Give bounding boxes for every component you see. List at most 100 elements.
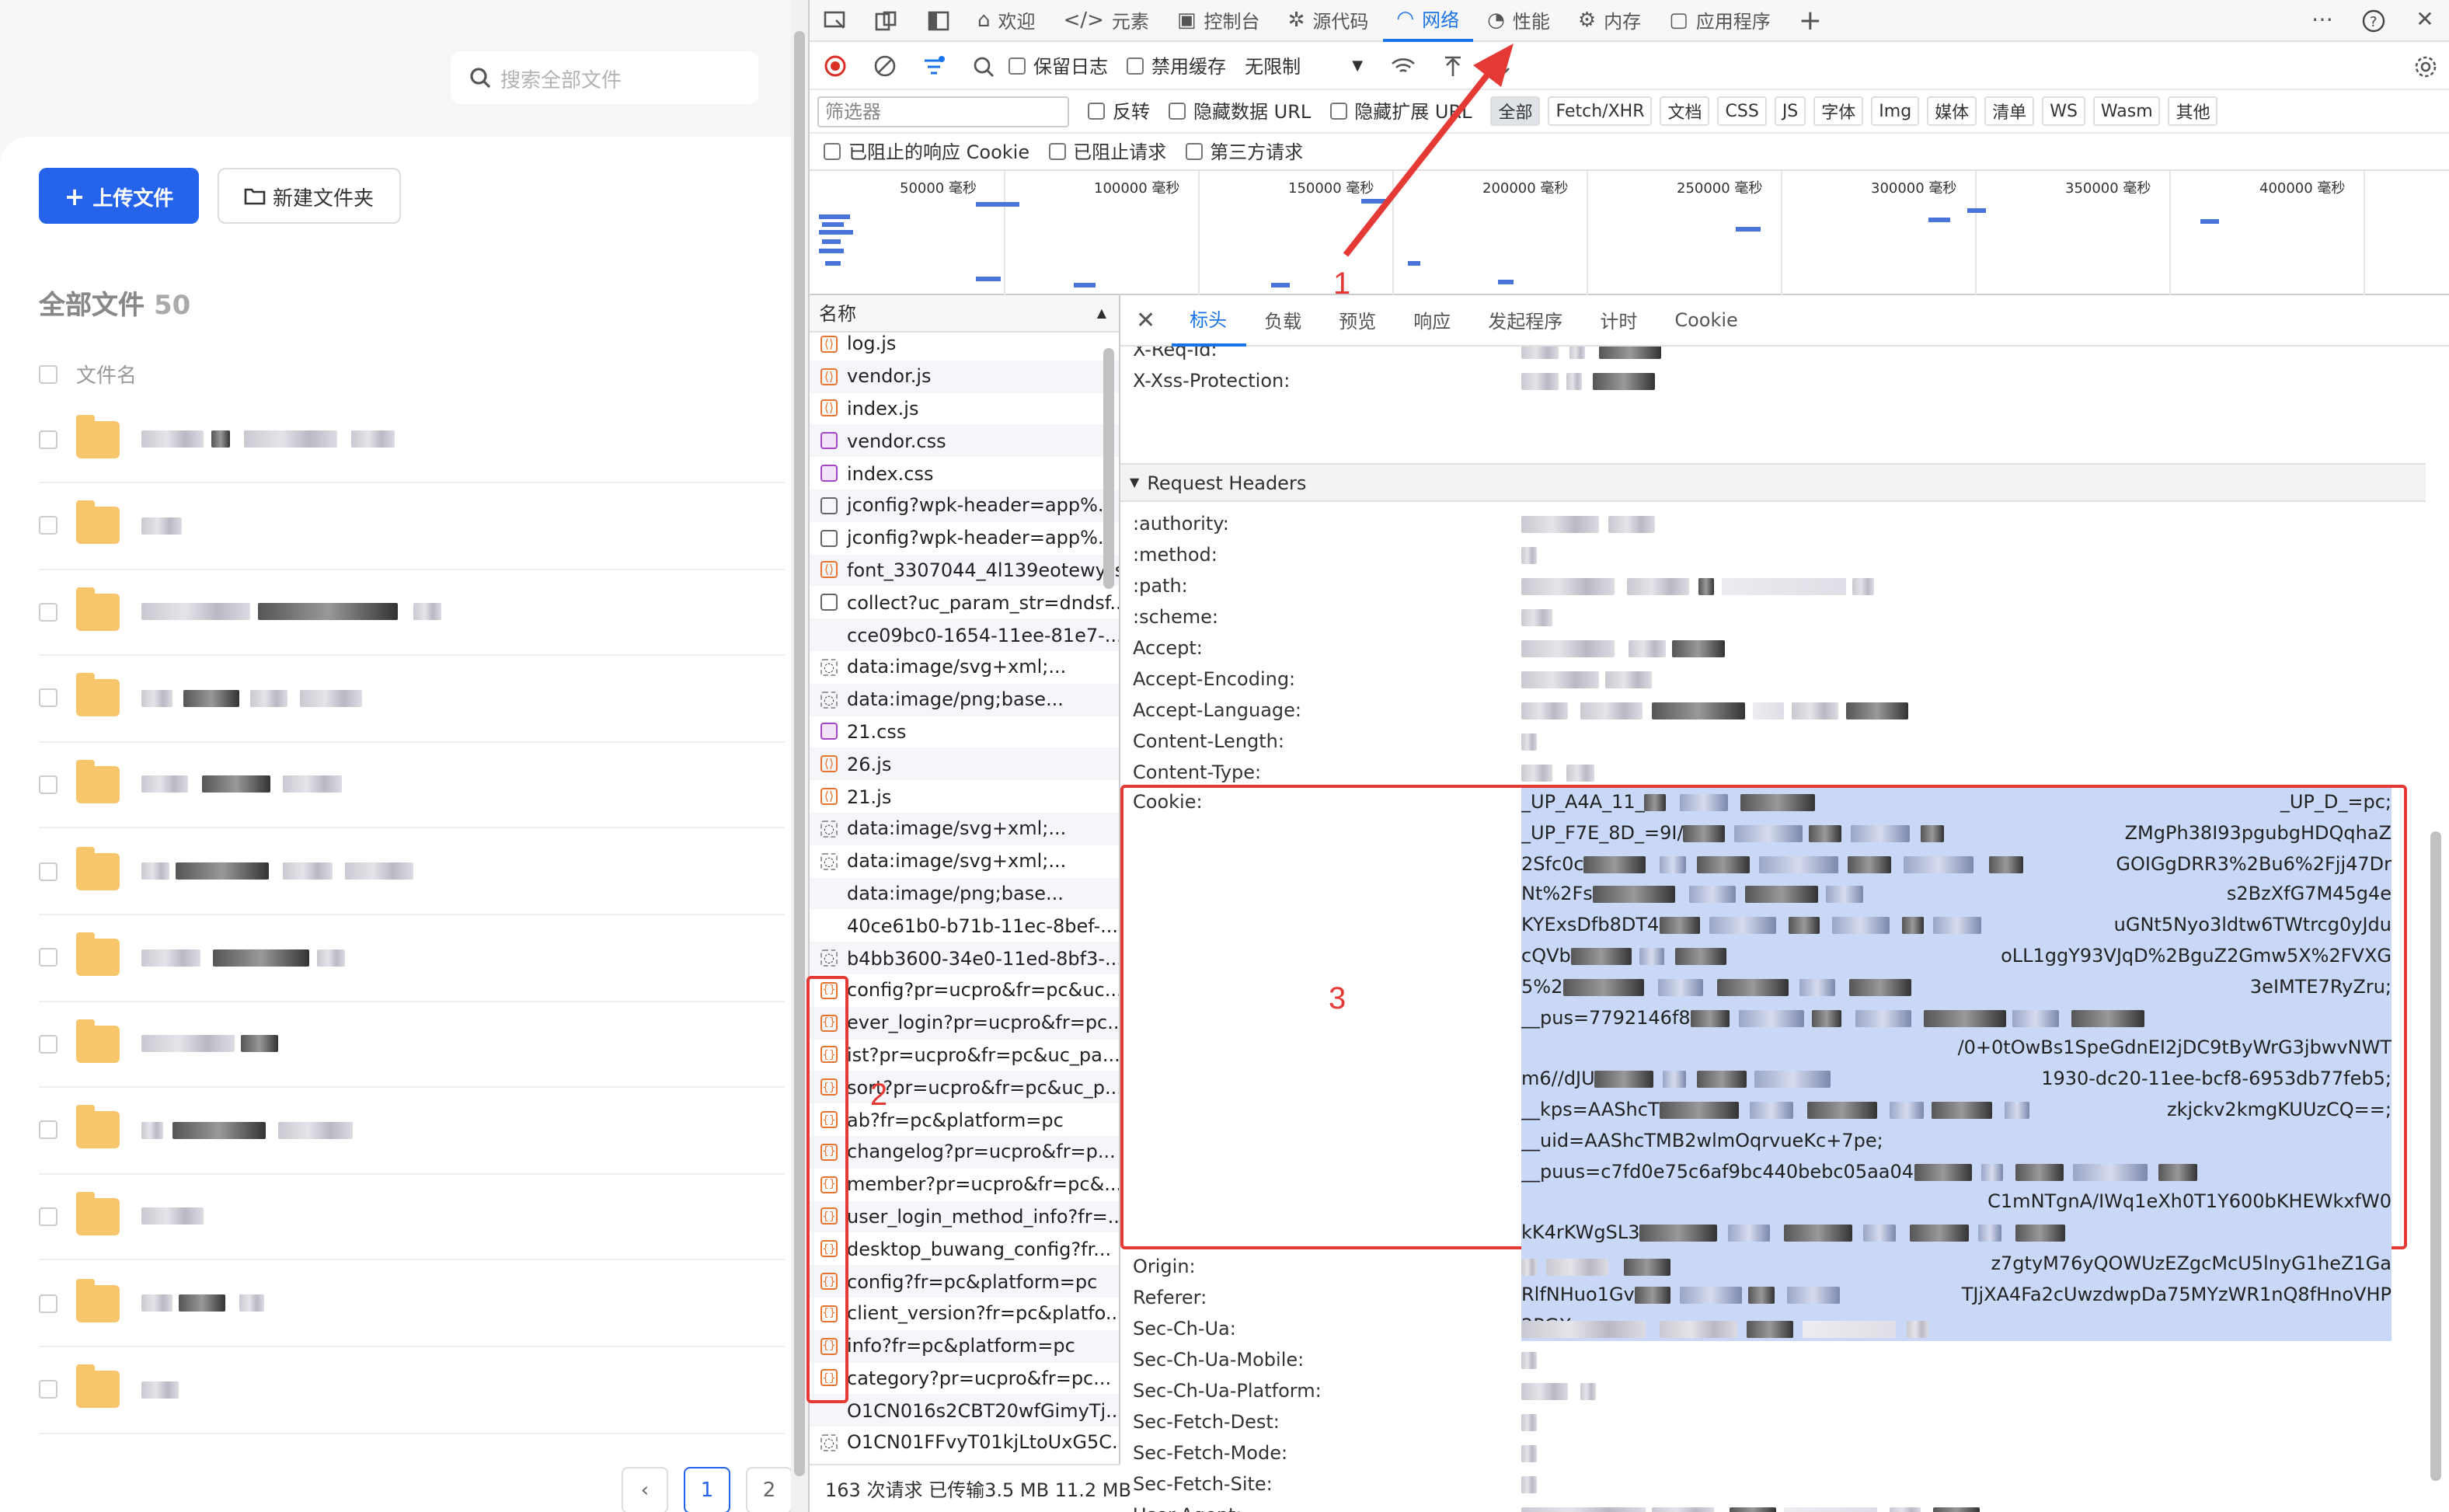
more-icon[interactable]: ⋯	[2297, 0, 2348, 41]
file-row[interactable]	[39, 828, 785, 915]
file-row[interactable]	[39, 1001, 785, 1088]
settings-gear-icon[interactable]	[2401, 44, 2449, 88]
request-row[interactable]: {} config?fr=pc&platform=pc	[810, 1265, 1119, 1298]
detail-tab[interactable]: 响应	[1395, 294, 1469, 346]
request-row[interactable]: {} desktop_buwang_config?fr...	[810, 1233, 1119, 1266]
close-icon[interactable]: ✕	[2399, 0, 2449, 41]
request-row[interactable]: vendor.css	[810, 425, 1119, 458]
request-row[interactable]: collect?uc_param_str=dndsf...	[810, 587, 1119, 619]
row-checkbox[interactable]	[39, 1207, 57, 1226]
search-icon[interactable]	[959, 44, 1009, 88]
row-checkbox[interactable]	[39, 1034, 57, 1053]
detail-tab[interactable]: 标头	[1171, 294, 1245, 346]
upload-button[interactable]: + 上传文件	[39, 168, 199, 224]
select-all-checkbox[interactable]	[39, 364, 57, 383]
request-row[interactable]: jconfig?wpk-header=app%...	[810, 522, 1119, 555]
row-checkbox[interactable]	[39, 689, 57, 708]
help-icon[interactable]: ?	[2348, 0, 2399, 41]
detail-tab[interactable]: 计时	[1581, 294, 1656, 346]
scroll-thumb[interactable]	[794, 31, 805, 1476]
hide-data-url-checkbox[interactable]: 隐藏数据 URL	[1169, 98, 1311, 124]
request-row[interactable]: {} client_version?fr=pc&platfo...	[810, 1298, 1119, 1330]
request-row[interactable]: 21.css	[810, 716, 1119, 748]
request-row[interactable]: {} category?pr=ucpro&fr=pc...	[810, 1362, 1119, 1395]
request-row[interactable]: ⟨⟩ index.js	[810, 392, 1119, 425]
detail-tab[interactable]: 负载	[1245, 294, 1320, 346]
request-row[interactable]: ◌ data:image/png;base...	[810, 684, 1119, 716]
record-icon[interactable]	[810, 44, 859, 88]
search-input[interactable]: 搜索全部文件	[451, 51, 758, 104]
file-row[interactable]	[39, 569, 785, 656]
request-row[interactable]: ⟨⟩ 26.js	[810, 748, 1119, 781]
clear-icon[interactable]	[859, 44, 909, 88]
type-filter-chip[interactable]: Fetch/XHR	[1548, 96, 1653, 126]
type-filter-chip[interactable]: JS	[1775, 96, 1806, 126]
scroll-thumb[interactable]	[2430, 831, 2441, 1481]
request-list-scrollbar[interactable]	[1103, 333, 1116, 1467]
file-row[interactable]	[39, 1088, 785, 1175]
close-detail-icon[interactable]: ✕	[1120, 294, 1171, 346]
page-button[interactable]: 1	[684, 1467, 730, 1512]
blocked-requests-checkbox[interactable]: 已阻止请求	[1048, 138, 1166, 165]
request-row[interactable]: ◌ O1CN01FFvyT01kjLtoUxG5C...	[810, 1427, 1119, 1459]
request-row[interactable]: cce09bc0-1654-11ee-81e7-...	[810, 618, 1119, 651]
type-filter-chip[interactable]: 清单	[1984, 96, 2034, 126]
row-checkbox[interactable]	[39, 1121, 57, 1140]
file-row[interactable]	[39, 1347, 785, 1434]
blocked-cookie-checkbox[interactable]: 已阻止的响应 Cookie	[824, 138, 1029, 165]
preserve-log-checkbox[interactable]: 保留日志	[1009, 53, 1108, 79]
type-filter-chip[interactable]: 文档	[1660, 96, 1710, 126]
row-checkbox[interactable]	[39, 1294, 57, 1312]
detail-scrollbar[interactable]	[2429, 357, 2444, 1507]
type-filter-chip[interactable]: 媒体	[1927, 96, 1977, 126]
type-filter-chip[interactable]: CSS	[1718, 96, 1767, 126]
request-row[interactable]: {} info?fr=pc&platform=pc	[810, 1329, 1119, 1362]
disable-cache-checkbox[interactable]: 禁用缓存	[1127, 53, 1226, 79]
inspect-icon[interactable]	[810, 0, 861, 41]
file-row[interactable]	[39, 1260, 785, 1347]
invert-checkbox[interactable]: 反转	[1088, 98, 1150, 124]
request-row[interactable]: {} changelog?pr=ucpro&fr=p...	[810, 1136, 1119, 1169]
type-filter-chip[interactable]: 字体	[1813, 96, 1863, 126]
request-row[interactable]: ◌ data:image/svg+xml;...	[810, 845, 1119, 878]
row-checkbox[interactable]	[39, 1380, 57, 1399]
add-tab-icon[interactable]: +	[1785, 0, 1836, 41]
type-filter-chip[interactable]: Img	[1871, 96, 1919, 126]
scroll-thumb[interactable]	[1103, 348, 1114, 589]
file-row[interactable]	[39, 656, 785, 743]
filter-icon[interactable]	[909, 44, 959, 88]
detail-tab[interactable]: Cookie	[1656, 294, 1756, 346]
request-row[interactable]: ⟨⟩ log.js	[810, 328, 1119, 361]
row-checkbox[interactable]	[39, 430, 57, 448]
request-row[interactable]: {} ist?pr=ucpro&fr=pc&uc_pa...	[810, 1039, 1119, 1071]
request-row[interactable]: ⟨⟩ font_3307044_4l139eotewy.js	[810, 554, 1119, 587]
row-checkbox[interactable]	[39, 948, 57, 967]
device-toggle-icon[interactable]	[861, 0, 912, 41]
request-row[interactable]: 40ce61b0-b71b-11ec-8bef-...	[810, 910, 1119, 942]
type-filter-chip[interactable]: 其他	[2169, 96, 2218, 126]
request-row[interactable]: ◌ data:image/svg+xml;...	[810, 651, 1119, 684]
type-filter-chip[interactable]: Wasm	[2093, 96, 2161, 126]
request-row[interactable]: ◌ data:image/svg+xml;...	[810, 813, 1119, 845]
filter-input[interactable]: 筛选器	[817, 96, 1069, 127]
request-row[interactable]: {} ab?fr=pc&platform=pc	[810, 1103, 1119, 1136]
tab-code[interactable]: </> 元素	[1050, 0, 1163, 41]
file-row[interactable]	[39, 915, 785, 1002]
detail-tab[interactable]: 预览	[1320, 294, 1395, 346]
network-overview-timeline[interactable]: 50000 毫秒 100000 毫秒 150000 毫秒 200000 毫秒 25000…	[810, 171, 2449, 295]
left-scrollbar[interactable]	[791, 0, 808, 1512]
prev-page-button[interactable]: ‹	[622, 1467, 668, 1512]
tab-gear-chip[interactable]: ⚙ 内存	[1564, 0, 1655, 41]
page-button[interactable]: 2	[746, 1467, 793, 1512]
request-row[interactable]: O1CN016s2CBT20wfGimyTj...	[810, 1395, 1119, 1427]
dock-side-icon[interactable]	[912, 0, 963, 41]
file-row[interactable]	[39, 1174, 785, 1261]
type-filter-chip[interactable]: WS	[2042, 96, 2085, 126]
row-checkbox[interactable]	[39, 602, 57, 621]
request-headers-section[interactable]: ▼ Request Headers	[1120, 463, 2426, 502]
request-row[interactable]: jconfig?wpk-header=app%...	[810, 489, 1119, 522]
file-row[interactable]	[39, 483, 785, 570]
request-row[interactable]: {} member?pr=ucpro&fr=pc&...	[810, 1168, 1119, 1200]
tab-app-window[interactable]: ▢ 应用程序	[1655, 0, 1785, 41]
request-row[interactable]: {} sort?pr=ucpro&fr=pc&uc_p...	[810, 1071, 1119, 1104]
